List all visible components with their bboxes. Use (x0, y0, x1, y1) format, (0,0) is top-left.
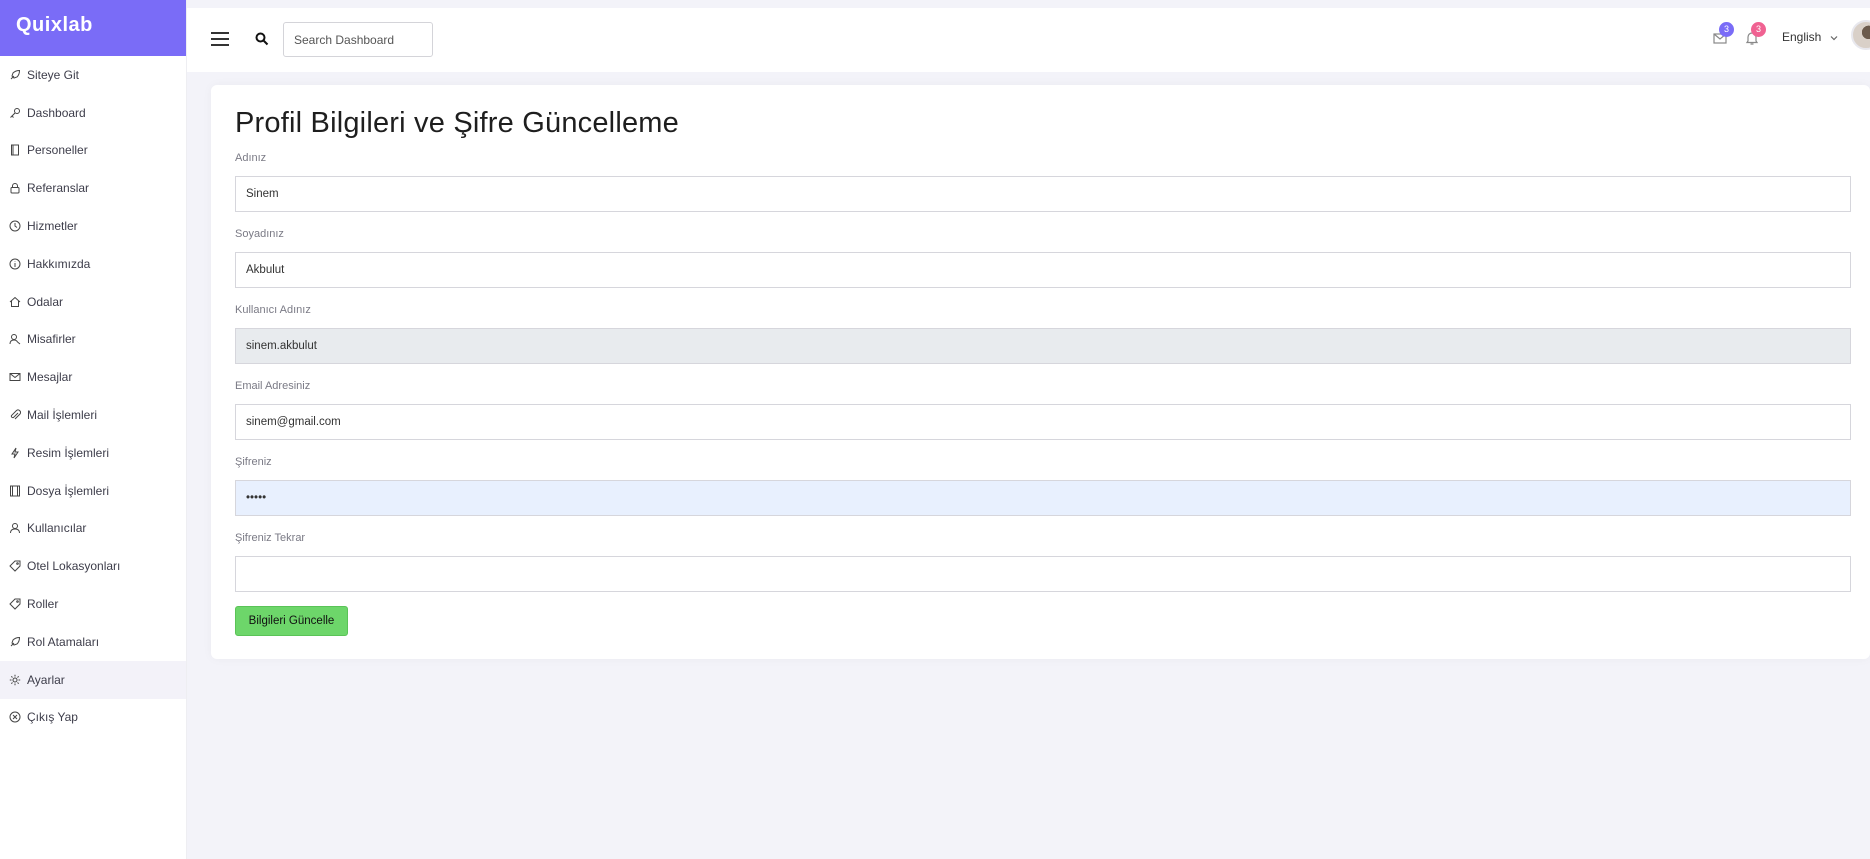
last-name-label: Soyadınız (235, 228, 284, 240)
avatar[interactable] (1851, 20, 1870, 50)
password-group: Şifreniz (235, 456, 1851, 516)
sidebar-item-ayarlar[interactable]: Ayarlar (0, 660, 186, 699)
search-input[interactable] (283, 22, 433, 57)
rocket-icon (9, 69, 21, 81)
sidebar-nav: Siteye Git Dashboard Personeller Referan… (0, 56, 186, 736)
username-field[interactable] (235, 328, 1851, 364)
sidebar-item-roller[interactable]: Roller (0, 585, 186, 623)
sidebar-item-rol-atamalari[interactable]: Rol Atamaları (0, 623, 186, 661)
sidebar-item-label: Siteye Git (27, 67, 80, 82)
notifications-button[interactable]: 3 (1744, 22, 1766, 46)
sidebar-item-label: Rol Atamaları (27, 634, 100, 649)
home-icon (9, 296, 21, 308)
sidebar-item-label: Roller (27, 597, 59, 612)
sidebar-item-resim-islemleri[interactable]: Resim İşlemleri (0, 434, 186, 472)
sidebar-item-cikis-yap[interactable]: Çıkış Yap (0, 699, 186, 737)
profile-card: Profil Bilgileri ve Şifre Güncelleme Adı… (211, 85, 1870, 659)
sidebar-item-mail-islemleri[interactable]: Mail İşlemleri (0, 396, 186, 434)
email-group: Email Adresiniz (235, 380, 1851, 440)
film-icon (9, 485, 21, 497)
sidebar-item-label: Kullanıcılar (27, 521, 87, 536)
gear-icon (9, 674, 21, 686)
bolt-icon (9, 447, 21, 459)
brand-logo[interactable]: Quixlab (0, 0, 186, 56)
password-confirm-label: Şifreniz Tekrar (235, 532, 306, 544)
messages-button[interactable]: 3 (1712, 22, 1734, 46)
last-name-group: Soyadınız (235, 228, 1851, 288)
password-confirm-field[interactable] (235, 556, 1851, 592)
sidebar-item-label: Referanslar (27, 181, 90, 196)
sidebar-item-label: Çıkış Yap (27, 710, 78, 725)
sidebar-item-personeller[interactable]: Personeller (0, 132, 186, 170)
sidebar-item-label: Mail İşlemleri (27, 408, 98, 423)
messages-count-badge: 3 (1719, 22, 1734, 37)
book-icon (9, 144, 21, 156)
sidebar-item-siteye-git[interactable]: Siteye Git (0, 56, 186, 94)
sidebar-item-label: Odalar (27, 294, 64, 309)
sidebar-item-dosya-islemleri[interactable]: Dosya İşlemleri (0, 472, 186, 510)
rocket-icon (9, 636, 21, 648)
sidebar-item-kullanicilar[interactable]: Kullanıcılar (0, 510, 186, 548)
username-label: Kullanıcı Adınız (235, 304, 311, 316)
tag-icon (9, 560, 21, 572)
password-field[interactable] (235, 480, 1851, 516)
lock-icon (9, 182, 21, 194)
notifications-count-badge: 3 (1751, 22, 1766, 37)
sidebar-item-label: Hakkımızda (27, 256, 91, 271)
sidebar-item-label: Dosya İşlemleri (27, 483, 110, 498)
user-search-icon (9, 333, 21, 345)
password-label: Şifreniz (235, 456, 272, 468)
menu-toggle-icon[interactable] (211, 32, 229, 48)
paperclip-icon (9, 409, 21, 421)
search-icon[interactable] (254, 31, 270, 47)
last-name-field[interactable] (235, 252, 1851, 288)
sidebar-item-label: Hizmetler (27, 219, 78, 234)
sidebar-item-label: Resim İşlemleri (27, 445, 110, 460)
envelope-icon (9, 371, 21, 383)
sidebar-item-dashboard[interactable]: Dashboard (0, 94, 186, 132)
sidebar-item-odalar[interactable]: Odalar (0, 283, 186, 321)
key-icon (9, 107, 21, 119)
info-icon (9, 258, 21, 270)
language-label: English (1782, 30, 1822, 44)
sidebar-item-mesajlar[interactable]: Mesajlar (0, 358, 186, 396)
password-confirm-group: Şifreniz Tekrar (235, 532, 1851, 592)
first-name-field[interactable] (235, 176, 1851, 212)
clock-icon (9, 220, 21, 232)
sidebar-item-label: Personeller (27, 143, 88, 158)
sidebar-item-otel-lokasyonlari[interactable]: Otel Lokasyonları (0, 547, 186, 585)
sidebar-item-label: Ayarlar (27, 672, 65, 687)
tag-icon (9, 598, 21, 610)
sidebar-item-label: Mesajlar (27, 370, 73, 385)
email-label: Email Adresiniz (235, 380, 311, 392)
user-icon (9, 522, 21, 534)
page-title: Profil Bilgileri ve Şifre Güncelleme (235, 107, 679, 139)
chevron-down-icon (1829, 32, 1839, 42)
sidebar-item-misafirler[interactable]: Misafirler (0, 321, 186, 359)
sidebar-item-referanslar[interactable]: Referanslar (0, 169, 186, 207)
language-selector[interactable]: English (1782, 30, 1839, 44)
username-group: Kullanıcı Adınız (235, 304, 1851, 364)
sidebar: Quixlab Siteye Git Dashboard Personeller… (0, 0, 187, 859)
sidebar-item-label: Otel Lokasyonları (27, 559, 121, 574)
update-info-button[interactable]: Bilgileri Güncelle (235, 606, 348, 636)
first-name-group: Adınız (235, 152, 1851, 212)
sidebar-item-label: Misafirler (27, 332, 76, 347)
sidebar-item-hakkimizda[interactable]: Hakkımızda (0, 245, 186, 283)
close-circle-icon (9, 711, 21, 723)
top-header: 3 3 English (187, 8, 1870, 72)
first-name-label: Adınız (235, 152, 267, 164)
email-field[interactable] (235, 404, 1851, 440)
sidebar-item-hizmetler[interactable]: Hizmetler (0, 207, 186, 245)
sidebar-item-label: Dashboard (27, 105, 86, 120)
